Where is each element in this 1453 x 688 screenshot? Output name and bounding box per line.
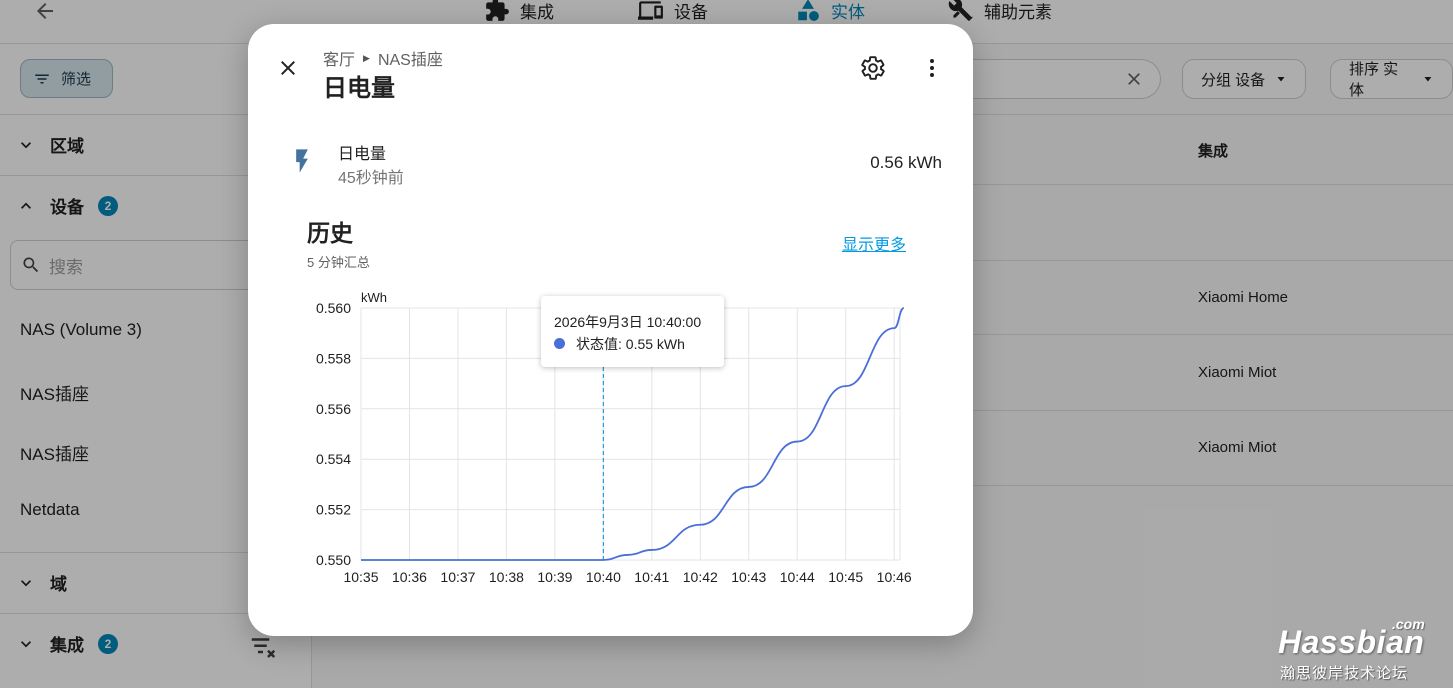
x-tick-label: 10:35 bbox=[343, 569, 378, 585]
tooltip-value: 状态值: 0.55 kWh bbox=[576, 336, 685, 352]
x-tick-label: 10:38 bbox=[489, 569, 524, 585]
x-tick-label: 10:36 bbox=[392, 569, 427, 585]
breadcrumb-area[interactable]: 客厅 bbox=[323, 46, 355, 70]
entity-state-row: 日电量 45秒钟前 0.56 kWh bbox=[288, 136, 948, 188]
history-title: 历史 bbox=[307, 220, 353, 246]
flash-icon bbox=[296, 149, 308, 173]
watermark-subtitle: 瀚思彼岸技术论坛 bbox=[1280, 665, 1409, 682]
close-icon bbox=[281, 61, 295, 75]
y-tick-label: 0.552 bbox=[316, 502, 351, 518]
x-tick-label: 10:43 bbox=[731, 569, 766, 585]
y-axis-unit-label: kWh bbox=[361, 290, 387, 305]
y-tick-label: 0.560 bbox=[316, 300, 351, 316]
breadcrumb-device[interactable]: NAS插座 bbox=[378, 46, 443, 70]
x-tick-label: 10:44 bbox=[780, 569, 815, 585]
dialog-title: 日电量 bbox=[323, 75, 395, 102]
chart-tooltip: 2026年9月3日 10:40:00 状态值: 0.55 kWh bbox=[541, 296, 724, 367]
more-info-dialog: 客厅 ▶ NAS插座 日电量 日电量 45秒钟前 0.56 kWh 历史 5 分… bbox=[248, 24, 973, 636]
x-tick-label: 10:42 bbox=[683, 569, 718, 585]
x-tick-label: 10:40 bbox=[586, 569, 621, 585]
more-options-button[interactable] bbox=[916, 52, 948, 84]
x-tick-label: 10:39 bbox=[537, 569, 572, 585]
breadcrumb: 客厅 ▶ NAS插座 bbox=[323, 46, 443, 70]
y-tick-label: 0.554 bbox=[316, 451, 351, 467]
y-tick-label: 0.558 bbox=[316, 350, 351, 366]
y-tick-label: 0.556 bbox=[316, 401, 351, 417]
history-subtitle: 5 分钟汇总 bbox=[307, 255, 370, 270]
gear-icon bbox=[861, 56, 885, 80]
show-more-link[interactable]: 显示更多 bbox=[842, 231, 906, 255]
state-value: 0.56 kWh bbox=[870, 153, 942, 172]
series-dot-icon bbox=[554, 338, 565, 349]
tooltip-date: 2026年9月3日 10:40:00 bbox=[554, 314, 702, 330]
breadcrumb-separator-icon: ▶ bbox=[363, 52, 370, 63]
last-changed: 45秒钟前 bbox=[338, 170, 404, 187]
dots-vertical-icon bbox=[930, 59, 934, 77]
watermark-brand: Hassbian bbox=[1278, 624, 1425, 660]
settings-button[interactable] bbox=[857, 52, 889, 84]
watermark-logo: .com Hassbian 瀚思彼岸技术论坛 bbox=[1278, 616, 1448, 682]
x-tick-label: 10:46 bbox=[877, 569, 912, 585]
entity-name: 日电量 bbox=[338, 146, 387, 163]
x-tick-label: 10:37 bbox=[440, 569, 475, 585]
close-dialog-button[interactable] bbox=[272, 52, 304, 84]
x-tick-label: 10:45 bbox=[828, 569, 863, 585]
x-tick-label: 10:41 bbox=[634, 569, 669, 585]
y-tick-label: 0.550 bbox=[316, 552, 351, 568]
